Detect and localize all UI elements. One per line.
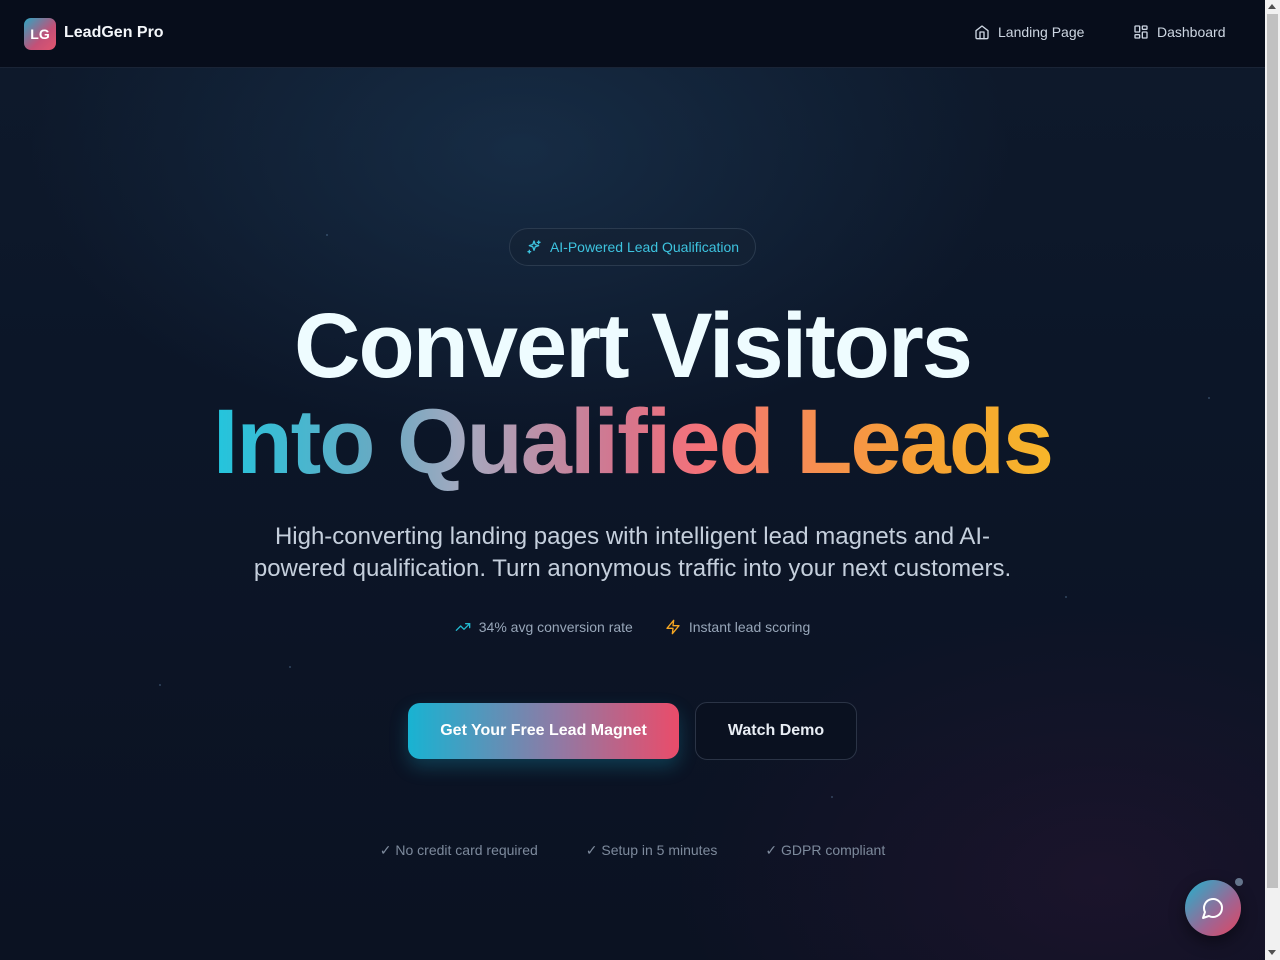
scroll-down-arrow[interactable]	[1268, 950, 1276, 955]
dashboard-icon	[1134, 25, 1148, 39]
background-star	[289, 666, 291, 668]
stat-scoring: Instant lead scoring	[665, 619, 810, 635]
stats-row: 34% avg conversion rate Instant lead sco…	[0, 619, 1265, 635]
background-star	[326, 234, 328, 236]
nav-landing-page[interactable]: Landing Page	[974, 24, 1084, 40]
headline-line-1: Convert Visitors	[294, 295, 973, 397]
watch-demo-button[interactable]: Watch Demo	[695, 702, 857, 760]
gradient-headline: Into Qualified Leads	[212, 391, 1054, 493]
top-navbar: LG LeadGen Pro Landing Page Dashboard	[0, 0, 1265, 68]
scrollbar-thumb[interactable]	[1267, 14, 1278, 888]
trust-item: ✓ Setup in 5 minutes	[585, 842, 718, 858]
headline-line-2: Into Qualified Leads	[0, 392, 1265, 492]
sparkles-icon	[527, 240, 541, 254]
nav-label: Dashboard	[1157, 24, 1226, 40]
logo[interactable]: LG	[24, 18, 56, 50]
background-star	[1065, 596, 1067, 598]
feature-badge: AI-Powered Lead Qualification	[509, 228, 756, 266]
trending-up-icon	[455, 623, 471, 631]
chat-button[interactable]	[1185, 880, 1241, 936]
lightning-icon	[666, 619, 680, 635]
nav-dashboard[interactable]: Dashboard	[1133, 24, 1226, 40]
brand-name[interactable]: LeadGen Pro	[64, 24, 164, 42]
scroll-up-arrow[interactable]	[1268, 4, 1276, 9]
stat-conversion: 34% avg conversion rate	[455, 619, 633, 635]
stat-label: Instant lead scoring	[688, 619, 811, 635]
get-lead-magnet-button[interactable]: Get Your Free Lead Magnet	[408, 703, 679, 759]
trust-item: ✓ GDPR compliant	[765, 842, 886, 858]
trust-row: ✓ No credit card required ✓ Setup in 5 m…	[0, 842, 1265, 859]
badge-label: AI-Powered Lead Qualification	[549, 239, 740, 255]
subheadline: High-converting landing pages with intel…	[253, 523, 1012, 582]
nav-label: Landing Page	[998, 24, 1085, 40]
chat-bubble-icon	[1202, 898, 1223, 919]
stat-label: 34% avg conversion rate	[478, 619, 633, 635]
background-star	[159, 684, 161, 686]
chat-status-dot	[1235, 878, 1243, 886]
background-star	[831, 796, 833, 798]
home-icon	[975, 25, 989, 40]
landing-page: LG LeadGen Pro Landing Page Dashboard AI…	[0, 0, 1265, 960]
trust-item: ✓ No credit card required	[379, 842, 538, 858]
